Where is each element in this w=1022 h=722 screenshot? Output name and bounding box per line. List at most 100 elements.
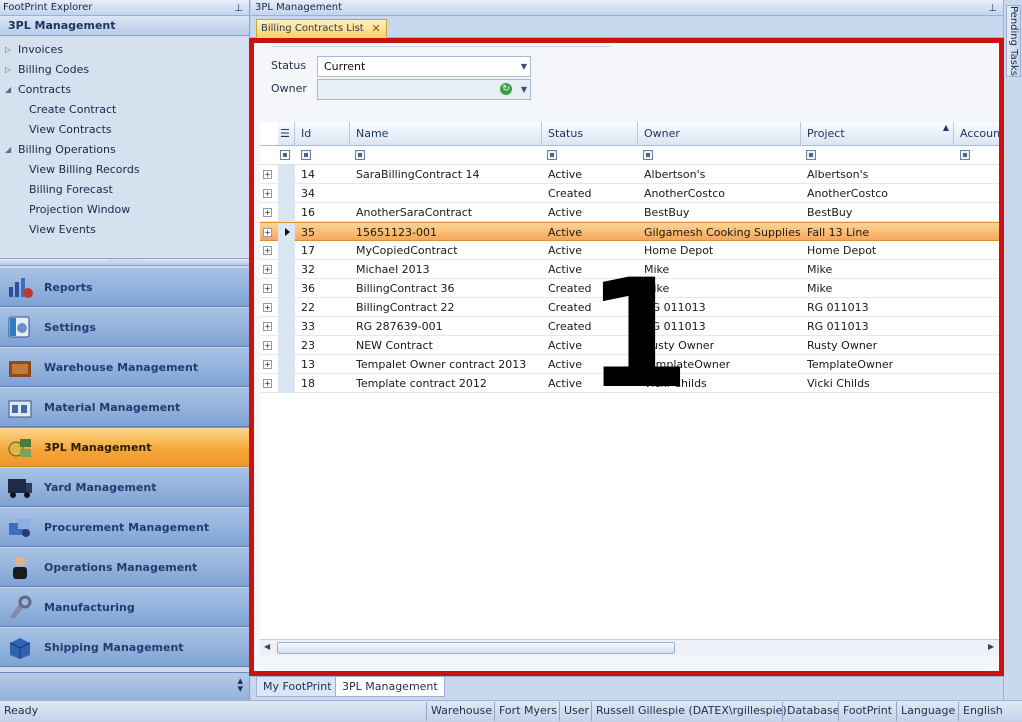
- column-header-status[interactable]: Status: [542, 122, 638, 146]
- cell-status[interactable]: Active: [548, 374, 582, 393]
- table-row[interactable]: +16 AnotherSaraContract Active BestBuy BestB…: [260, 203, 1000, 222]
- cell-status[interactable]: Active: [548, 355, 582, 374]
- cell-id[interactable]: 18: [301, 374, 315, 393]
- expand-row-icon[interactable]: +: [263, 189, 272, 198]
- cell-owner[interactable]: AnotherCostco: [644, 184, 725, 203]
- table-row[interactable]: +34 Created AnotherCostco AnotherCostco: [260, 184, 1000, 203]
- cell-project[interactable]: RG 011013: [807, 298, 869, 317]
- cell-project[interactable]: Mike: [807, 260, 832, 279]
- cell-name[interactable]: BillingContract 22: [356, 298, 455, 317]
- nav-settings[interactable]: Settings: [0, 307, 249, 347]
- row-selector[interactable]: [278, 298, 295, 317]
- nav-shipping-management[interactable]: Shipping Management: [0, 627, 249, 667]
- column-header-owner[interactable]: Owner: [638, 122, 801, 146]
- cell-name[interactable]: RG 287639-001: [356, 317, 443, 336]
- tree-item-projection-window[interactable]: Projection Window: [0, 200, 249, 220]
- cell-project[interactable]: Mike: [807, 279, 832, 298]
- cell-project[interactable]: RG 011013: [807, 317, 869, 336]
- tree-item-contracts[interactable]: ◢ Contracts: [0, 80, 249, 100]
- cell-status[interactable]: Active: [548, 223, 582, 242]
- expand-row-icon[interactable]: +: [263, 379, 272, 388]
- scroll-left-icon[interactable]: ◀: [264, 642, 270, 651]
- cell-project[interactable]: AnotherCostco: [807, 184, 888, 203]
- cell-name[interactable]: Tempalet Owner contract 2013: [356, 355, 526, 374]
- row-selector[interactable]: [278, 184, 295, 203]
- tree-item-view-billing-records[interactable]: View Billing Records: [0, 160, 249, 180]
- row-selector[interactable]: [278, 355, 295, 374]
- nav-yard-management[interactable]: Yard Management: [0, 467, 249, 507]
- pin-icon[interactable]: ⊥: [988, 1, 997, 16]
- clear-filter-icon[interactable]: [280, 150, 290, 160]
- cell-id[interactable]: 34: [301, 184, 315, 203]
- cell-name[interactable]: BillingContract 36: [356, 279, 455, 298]
- expand-row-icon[interactable]: +: [263, 322, 272, 331]
- nav-warehouse-management[interactable]: Warehouse Management: [0, 347, 249, 387]
- cell-id[interactable]: 35: [301, 223, 315, 242]
- cell-name[interactable]: MyCopiedContract: [356, 241, 458, 260]
- cell-project[interactable]: Fall 13 Line: [807, 223, 869, 242]
- cell-id[interactable]: 16: [301, 203, 315, 222]
- cell-owner[interactable]: Albertson's: [644, 165, 705, 184]
- cell-status[interactable]: Active: [548, 260, 582, 279]
- row-selector[interactable]: [278, 165, 295, 184]
- cell-status[interactable]: Active: [548, 165, 582, 184]
- nav-reports[interactable]: Reports: [0, 267, 249, 307]
- cell-project[interactable]: Home Depot: [807, 241, 876, 260]
- tree-item-create-contract[interactable]: Create Contract: [0, 100, 249, 120]
- expand-row-icon[interactable]: +: [263, 360, 272, 369]
- cell-project[interactable]: TemplateOwner: [807, 355, 893, 374]
- scroll-right-icon[interactable]: ▶: [988, 642, 994, 651]
- collapse-arrow-icon[interactable]: ◢: [5, 80, 11, 100]
- tab-3pl-management[interactable]: 3PL Management: [335, 677, 445, 697]
- pin-icon[interactable]: ⊥: [234, 1, 243, 16]
- row-selector[interactable]: [278, 279, 295, 298]
- table-row[interactable]: +35 15651123-001 Active Gilgamesh Cooking S…: [260, 222, 1000, 242]
- expand-row-icon[interactable]: +: [263, 341, 272, 350]
- cell-id[interactable]: 33: [301, 317, 315, 336]
- expand-row-icon[interactable]: +: [263, 228, 272, 237]
- nav-manufacturing[interactable]: Manufacturing: [0, 587, 249, 627]
- cell-id[interactable]: 17: [301, 241, 315, 260]
- expand-row-icon[interactable]: +: [263, 265, 272, 274]
- cell-name[interactable]: Michael 2013: [356, 260, 430, 279]
- status-dropdown[interactable]: Current ▼: [317, 56, 531, 77]
- cell-status[interactable]: Active: [548, 241, 582, 260]
- filter-account-icon[interactable]: [960, 150, 970, 160]
- tab-my-footprint[interactable]: My FootPrint: [256, 677, 339, 697]
- cell-name[interactable]: Template contract 2012: [356, 374, 487, 393]
- expand-row-icon[interactable]: +: [263, 246, 272, 255]
- chevron-down-icon[interactable]: ▼: [521, 80, 527, 99]
- expand-arrow-icon[interactable]: ▷: [5, 40, 11, 60]
- row-selector[interactable]: [278, 374, 295, 393]
- row-selector[interactable]: [278, 260, 295, 279]
- expand-row-icon[interactable]: +: [263, 208, 272, 217]
- cell-id[interactable]: 23: [301, 336, 315, 355]
- table-row[interactable]: +14 SaraBillingContract 14 Active Albertson…: [260, 165, 1000, 184]
- cell-owner[interactable]: BestBuy: [644, 203, 689, 222]
- cell-id[interactable]: 32: [301, 260, 315, 279]
- scrollbar-thumb[interactable]: [277, 642, 675, 654]
- tree-item-billing-codes[interactable]: ▷ Billing Codes: [0, 60, 249, 80]
- cell-status[interactable]: Active: [548, 336, 582, 355]
- pending-tasks-tab[interactable]: Pending Tasks: [1006, 5, 1021, 77]
- row-selector[interactable]: [278, 241, 295, 260]
- filter-status-icon[interactable]: [547, 150, 557, 160]
- cell-id[interactable]: 14: [301, 165, 315, 184]
- column-header-name[interactable]: Name: [350, 122, 542, 146]
- filter-id-icon[interactable]: [301, 150, 311, 160]
- cell-id[interactable]: 36: [301, 279, 315, 298]
- row-selector[interactable]: [278, 317, 295, 336]
- cell-project[interactable]: Rusty Owner: [807, 336, 877, 355]
- column-header-project[interactable]: Project ▲: [801, 122, 954, 146]
- refresh-icon[interactable]: ↻: [500, 83, 512, 95]
- collapse-arrow-icon[interactable]: ◢: [5, 140, 11, 160]
- filter-owner-icon[interactable]: [643, 150, 653, 160]
- cell-status[interactable]: Created: [548, 184, 592, 203]
- close-icon[interactable]: ✕: [372, 20, 381, 38]
- nav-material-management[interactable]: Material Management: [0, 387, 249, 427]
- cell-id[interactable]: 13: [301, 355, 315, 374]
- cell-name[interactable]: 15651123-001: [356, 223, 437, 242]
- cell-project[interactable]: BestBuy: [807, 203, 852, 222]
- tab-billing-contracts-list[interactable]: Billing Contracts List ✕: [256, 19, 387, 38]
- cell-status[interactable]: Created: [548, 317, 592, 336]
